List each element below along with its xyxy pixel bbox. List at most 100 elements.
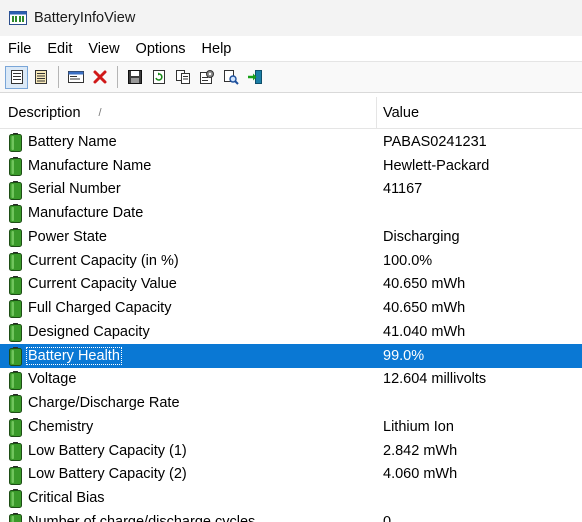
properties-view-icon [10, 70, 23, 84]
list-view-icon [34, 70, 47, 84]
find-icon [223, 70, 239, 85]
column-header-value-label: Value [383, 104, 420, 121]
row-description: Manufacture Date [28, 205, 144, 222]
menu-view[interactable]: View [80, 41, 127, 57]
battery-icon [9, 275, 22, 295]
delete-button[interactable] [88, 66, 111, 89]
row-description: Charge/Discharge Rate [28, 395, 180, 412]
row-value: 2.842 mWh [383, 442, 458, 459]
table-row[interactable]: Number of charge/discharge cycles 0 [0, 510, 582, 522]
column-header-description-label: Description [8, 104, 81, 121]
menu-file[interactable]: File [0, 41, 39, 57]
save-icon [127, 70, 142, 84]
table-row[interactable]: Battery Health 99.0% [0, 343, 582, 368]
table-row[interactable]: Current Capacity Value 40.650 mWh [0, 273, 582, 297]
table-row[interactable]: Manufacture Date [0, 201, 582, 225]
toolbar [0, 61, 582, 93]
row-value: 99.0% [383, 347, 425, 364]
row-description: Voltage [28, 371, 77, 388]
row-description: Serial Number [28, 181, 121, 198]
row-description: Low Battery Capacity (2) [28, 466, 187, 483]
delete-icon [93, 70, 106, 84]
column-header-description[interactable]: Description / [0, 97, 376, 128]
table-row[interactable]: Critical Bias [0, 486, 582, 510]
copy-button[interactable] [171, 66, 194, 89]
window-title: BatteryInfoView [34, 10, 136, 26]
html-report-button[interactable] [64, 66, 87, 89]
title-bar: BatteryInfoView [0, 0, 582, 36]
row-value: 41167 [383, 181, 423, 198]
table-row[interactable]: Battery Name PABAS0241231 [0, 130, 582, 154]
toolbar-separator [58, 66, 59, 88]
row-description: Low Battery Capacity (1) [28, 442, 187, 459]
row-description: Critical Bias [28, 490, 105, 507]
list-view-button[interactable] [29, 66, 52, 89]
row-description: Battery Health [26, 346, 122, 365]
battery-icon [9, 133, 22, 152]
table-row[interactable]: Designed Capacity 41.040 mWh [0, 320, 582, 344]
html-report-icon [67, 71, 84, 83]
find-button[interactable] [219, 66, 242, 89]
table-row[interactable]: Serial Number 41167 [0, 178, 582, 202]
battery-icon [9, 465, 22, 485]
row-description: Number of charge/discharge cycles [28, 513, 256, 522]
menu-bar: File Edit View Options Help [0, 36, 582, 61]
battery-info-list[interactable]: Battery Name PABAS0241231 Manufacture Nam… [0, 130, 582, 522]
row-description: Power State [28, 228, 107, 245]
row-value: 0 [383, 513, 392, 522]
row-value: Hewlett-Packard [383, 157, 490, 174]
column-header: Description / Value [0, 97, 582, 129]
properties-icon [199, 70, 214, 84]
copy-icon [175, 70, 190, 84]
app-icon [9, 11, 27, 25]
battery-icon [9, 346, 22, 366]
battery-icon [9, 180, 22, 200]
exit-button[interactable] [243, 66, 266, 89]
refresh-icon [152, 70, 165, 84]
toolbar-separator [117, 66, 118, 88]
row-value: 12.604 millivolts [383, 371, 487, 388]
table-row[interactable]: Voltage 12.604 millivolts [0, 368, 582, 392]
properties-button[interactable] [195, 66, 218, 89]
properties-view-button[interactable] [5, 65, 28, 89]
row-description: Current Capacity Value [28, 276, 177, 293]
row-value: Discharging [383, 228, 460, 245]
row-description: Battery Name [28, 133, 117, 150]
battery-icon [9, 204, 22, 224]
table-row[interactable]: Low Battery Capacity (2) 4.060 mWh [0, 463, 582, 487]
battery-icon [9, 394, 22, 414]
table-row[interactable]: Low Battery Capacity (1) 2.842 mWh [0, 439, 582, 463]
battery-icon [9, 323, 22, 342]
battery-icon [9, 251, 22, 271]
row-value: PABAS0241231 [383, 133, 487, 150]
battery-icon [9, 299, 22, 319]
row-value: 40.650 mWh [383, 300, 466, 317]
row-value: Lithium Ion [383, 418, 454, 435]
battery-icon [9, 441, 22, 461]
menu-options[interactable]: Options [128, 41, 194, 57]
row-description: Current Capacity (in %) [28, 252, 179, 269]
row-description: Chemistry [28, 418, 94, 435]
sort-arrow-icon: / [98, 106, 102, 119]
table-row[interactable]: Full Charged Capacity 40.650 mWh [0, 296, 582, 320]
menu-help[interactable]: Help [194, 41, 240, 57]
column-header-value[interactable]: Value [377, 97, 419, 128]
row-description: Manufacture Name [28, 157, 152, 174]
battery-icon [9, 418, 22, 437]
row-value: 41.040 mWh [383, 323, 466, 340]
row-value: 40.650 mWh [383, 276, 466, 293]
save-button[interactable] [123, 66, 146, 89]
battery-icon [9, 489, 22, 509]
row-description: Designed Capacity [28, 323, 150, 340]
exit-icon [247, 70, 262, 84]
row-value: 100.0% [383, 252, 433, 269]
refresh-button[interactable] [147, 66, 170, 89]
table-row[interactable]: Charge/Discharge Rate [0, 391, 582, 415]
table-row[interactable]: Power State Discharging [0, 225, 582, 249]
table-row[interactable]: Chemistry Lithium Ion [0, 415, 582, 439]
battery-icon [9, 370, 22, 390]
table-row[interactable]: Manufacture Name Hewlett-Packard [0, 154, 582, 178]
menu-edit[interactable]: Edit [39, 41, 80, 57]
battery-icon [9, 228, 22, 247]
table-row[interactable]: Current Capacity (in %) 100.0% [0, 249, 582, 273]
